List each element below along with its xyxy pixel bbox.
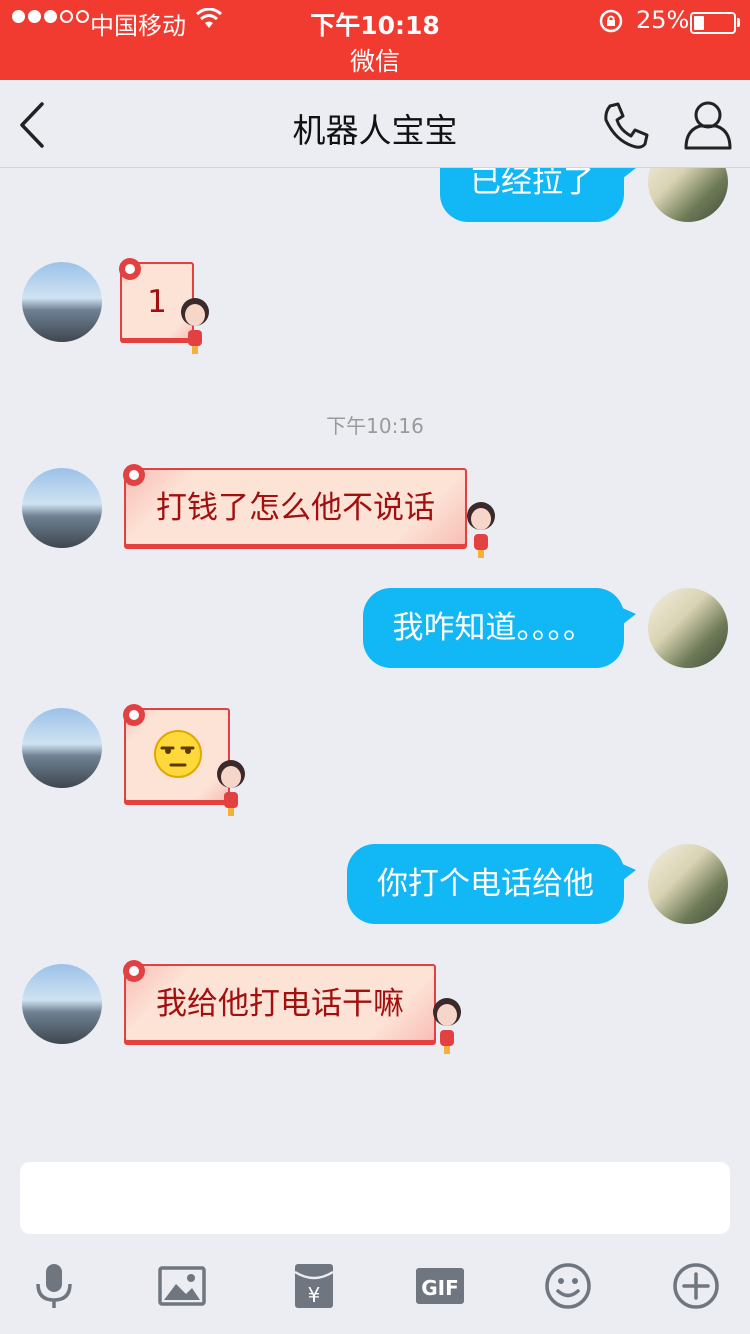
message-timestamp: 下午10:16 bbox=[326, 414, 424, 438]
message-input[interactable] bbox=[20, 1162, 730, 1234]
sticker-character-icon bbox=[217, 760, 245, 816]
contact-avatar[interactable] bbox=[22, 964, 102, 1044]
return-to-app-link[interactable]: 微信 bbox=[0, 42, 750, 78]
image-icon[interactable] bbox=[158, 1262, 206, 1310]
phone-icon bbox=[604, 102, 649, 149]
plus-icon[interactable] bbox=[672, 1262, 720, 1310]
outgoing-message[interactable]: 我咋知道。。。。 bbox=[362, 588, 636, 668]
red-packet-icon[interactable]: ¥ bbox=[290, 1262, 338, 1310]
unamused-face-icon bbox=[154, 730, 202, 778]
battery-percentage: 25% bbox=[636, 6, 690, 34]
outgoing-message[interactable]: 你打个电话给他 bbox=[347, 844, 636, 924]
sticker-character-icon bbox=[181, 298, 209, 354]
rotation-lock-icon bbox=[598, 8, 624, 38]
message-list[interactable]: 已经拉了 1 下午10:16 打钱了怎么他不说话 我咋知道。。。。 你打个电话给… bbox=[0, 168, 750, 1158]
emoji-icon[interactable] bbox=[544, 1262, 592, 1310]
svg-text:GIF: GIF bbox=[421, 1276, 459, 1300]
chat-header: 机器人宝宝 bbox=[0, 80, 750, 168]
flower-decoration-icon bbox=[123, 464, 145, 486]
incoming-message[interactable]: 打钱了怎么他不说话 bbox=[124, 468, 467, 546]
sticker-character-icon bbox=[467, 502, 495, 558]
contact-avatar[interactable] bbox=[22, 708, 102, 788]
my-avatar[interactable] bbox=[648, 588, 728, 668]
sticker-character-icon bbox=[433, 998, 461, 1054]
battery-icon bbox=[690, 12, 736, 34]
microphone-icon[interactable] bbox=[30, 1262, 78, 1310]
flower-decoration-icon bbox=[119, 258, 141, 280]
contact-avatar[interactable] bbox=[22, 262, 102, 342]
flower-decoration-icon bbox=[123, 704, 145, 726]
profile-button[interactable] bbox=[680, 98, 736, 154]
status-bar: 中国移动 下午10:18 25% 微信 bbox=[0, 0, 750, 80]
person-icon bbox=[684, 101, 732, 150]
contact-avatar[interactable] bbox=[22, 468, 102, 548]
call-button[interactable] bbox=[598, 98, 654, 154]
flower-decoration-icon bbox=[123, 960, 145, 982]
gif-icon[interactable]: GIF bbox=[416, 1262, 464, 1310]
my-avatar[interactable] bbox=[648, 844, 728, 924]
svg-text:¥: ¥ bbox=[308, 1283, 321, 1307]
my-avatar[interactable] bbox=[648, 168, 728, 222]
incoming-message[interactable]: 我给他打电话干嘛 bbox=[124, 964, 436, 1042]
outgoing-message[interactable]: 已经拉了 bbox=[440, 168, 636, 222]
